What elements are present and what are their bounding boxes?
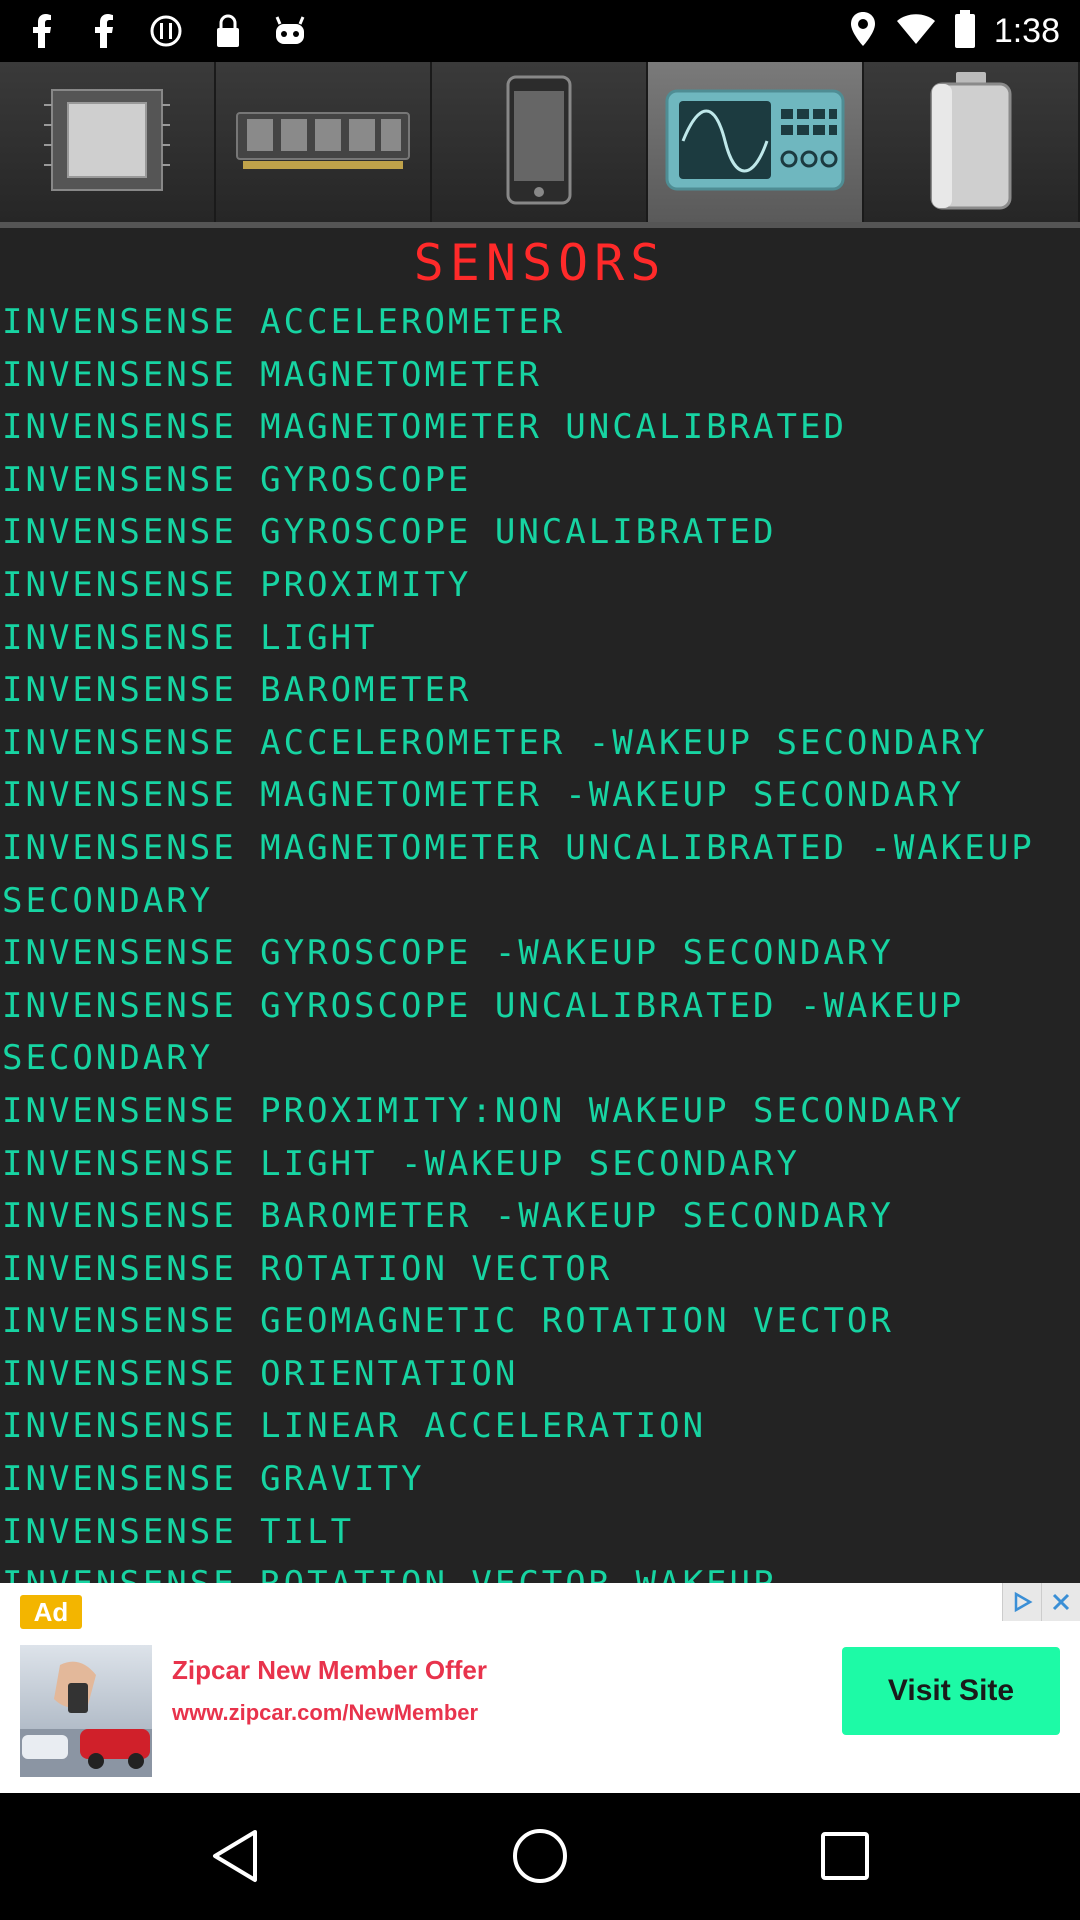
list-item: INVENSENSE PROXIMITY (2, 564, 472, 605)
list-item: INVENSENSE ACCELEROMETER (2, 302, 566, 342)
status-bar: 1:38 (0, 0, 1080, 62)
info-icon (146, 12, 186, 50)
ad-url[interactable]: www.zipcar.com/NewMember (172, 1700, 478, 1726)
facebook-icon (84, 12, 124, 50)
sensor-list: INVENSENSE ACCELEROMETER INVENSENSE MAGN… (0, 296, 1080, 1583)
list-item: INVENSENSE GYROSCOPE UNCALIBRATED -WAKEU… (2, 985, 965, 1079)
list-item: INVENSENSE MAGNETOMETER UNCALIBRATED -WA… (2, 827, 1035, 921)
list-item: INVENSENSE GYROSCOPE (2, 459, 472, 500)
navigation-bar (0, 1793, 1080, 1920)
back-button[interactable] (190, 1813, 280, 1903)
adchoices-icon[interactable] (1002, 1583, 1041, 1621)
tab-device[interactable] (432, 62, 648, 222)
recents-icon (819, 1830, 871, 1886)
list-item: INVENSENSE BAROMETER -WAKEUP SECONDARY (2, 1196, 894, 1237)
back-icon (209, 1827, 261, 1889)
sensors-panel[interactable]: SENSORS INVENSENSE ACCELEROMETER INVENSE… (0, 228, 1080, 1583)
ad-badge: Ad (20, 1595, 82, 1629)
recents-button[interactable] (800, 1813, 890, 1903)
battery-icon (954, 10, 976, 52)
list-item: INVENSENSE ROTATION VECTOR (2, 1248, 613, 1289)
list-item: INVENSENSE ACCELEROMETER -WAKEUP SECONDA… (2, 722, 988, 763)
memory-ram-icon (233, 105, 413, 179)
phone-device-icon (504, 75, 574, 209)
clock: 1:38 (993, 11, 1060, 50)
tab-battery[interactable] (864, 62, 1080, 222)
category-tab-strip (0, 62, 1080, 224)
lock-icon (208, 12, 248, 50)
sensors-oscilloscope-icon (665, 85, 845, 199)
list-item: INVENSENSE LINEAR ACCELERATION (2, 1406, 707, 1447)
list-item: INVENSENSE MAGNETOMETER UNCALIBRATED (2, 407, 847, 448)
list-item: INVENSENSE MAGNETOMETER -WAKEUP SECONDAR… (2, 775, 965, 816)
ad-banner[interactable]: Ad Zipcar New Member Offer www.zipcar.co… (0, 1583, 1080, 1793)
facebook-icon (22, 12, 62, 50)
list-item: INVENSENSE MAGNETOMETER (2, 354, 542, 395)
notification-icons (22, 12, 310, 50)
battery-icon (926, 70, 1016, 214)
list-item: INVENSENSE GYROSCOPE -WAKEUP SECONDARY (2, 933, 894, 974)
list-item: INVENSENSE LIGHT -WAKEUP SECONDARY (2, 1143, 800, 1184)
list-item: INVENSENSE BAROMETER (2, 670, 472, 711)
home-icon (510, 1826, 570, 1890)
list-item: INVENSENSE ROTATION VECTOR-WAKEUP (2, 1558, 1077, 1583)
list-item: INVENSENSE TILT (2, 1511, 355, 1552)
ad-image[interactable] (20, 1645, 152, 1777)
list-item: INVENSENSE LIGHT (2, 617, 378, 658)
list-item: INVENSENSE ORIENTATION (2, 1353, 519, 1394)
tab-memory[interactable] (216, 62, 432, 222)
wifi-icon (896, 12, 936, 50)
tab-sensors[interactable] (648, 62, 864, 222)
home-button[interactable] (495, 1813, 585, 1903)
ad-controls (1002, 1583, 1080, 1621)
list-item: INVENSENSE GEOMAGNETIC ROTATION VECTOR (2, 1301, 894, 1342)
close-icon[interactable] (1041, 1583, 1080, 1621)
page-title: SENSORS (413, 234, 667, 292)
location-icon (848, 10, 878, 52)
list-item: INVENSENSE PROXIMITY:NON WAKEUP SECONDAR… (2, 1090, 965, 1131)
ad-headline[interactable]: Zipcar New Member Offer (172, 1655, 487, 1686)
tab-cpu[interactable] (0, 62, 216, 222)
system-status: 1:38 (848, 10, 1060, 52)
list-item: INVENSENSE GRAVITY (2, 1459, 425, 1500)
visit-site-button[interactable]: Visit Site (842, 1647, 1060, 1735)
cpu-chip-icon (42, 85, 172, 199)
android-icon (270, 12, 310, 50)
list-item: INVENSENSE GYROSCOPE UNCALIBRATED (2, 512, 777, 553)
